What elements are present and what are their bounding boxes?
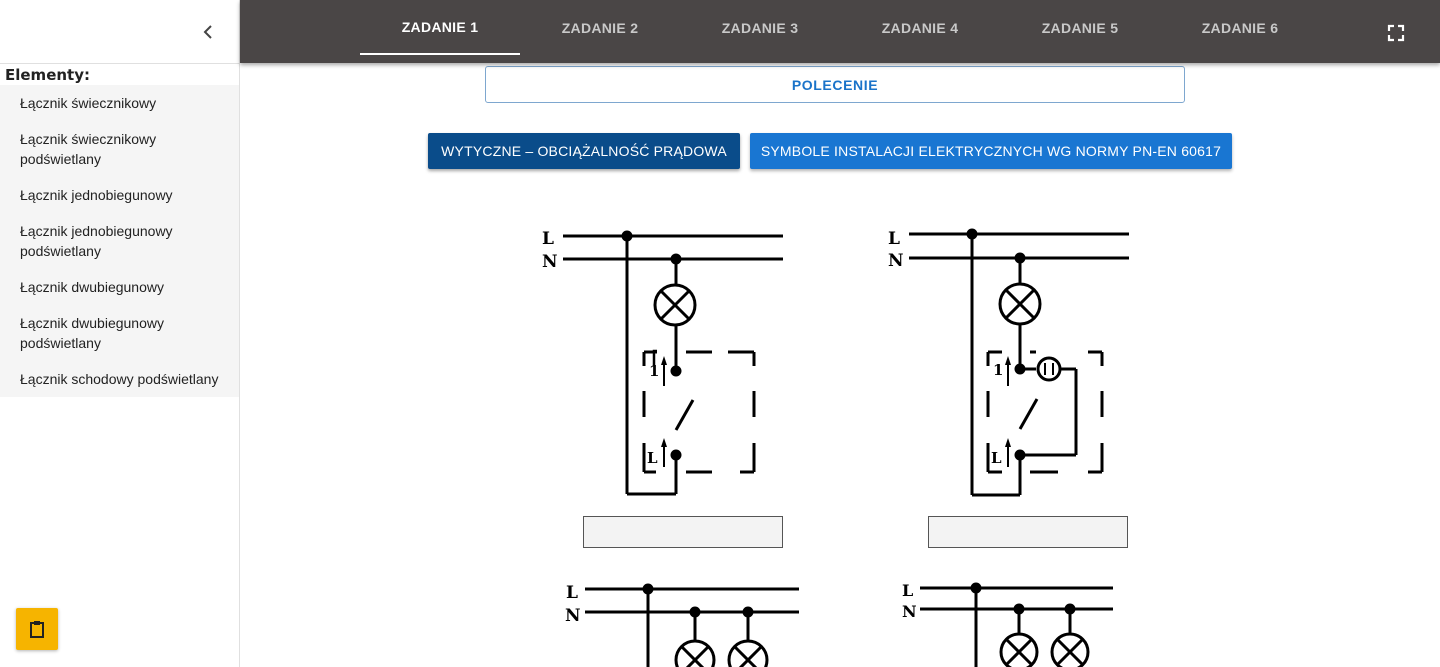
sidebar: Elementy: Łącznik świecznikowy Łącznik ś… (0, 0, 240, 667)
element-item-candelabra-switch[interactable]: Łącznik świecznikowy (0, 85, 239, 121)
clipboard-button[interactable] (16, 608, 58, 650)
label-n: N (542, 252, 558, 272)
label-contact-1: 1 (649, 362, 659, 380)
label-l: L (542, 229, 554, 249)
label-n: N (888, 251, 904, 271)
tab-zadanie-3[interactable]: ZADANIE 3 (680, 0, 840, 55)
element-item-single-pole-switch-lit[interactable]: Łącznik jednobiegunowy podświetlany (0, 213, 239, 269)
label-n: N (565, 606, 581, 626)
tab-zadanie-4[interactable]: ZADANIE 4 (840, 0, 1000, 55)
guidelines-current-capacity-button[interactable]: WYTYCZNE – OBCIĄŻALNOŚĆ PRĄDOWA (428, 133, 740, 169)
circuit-diagram-4: L N (902, 581, 1113, 667)
tab-zadanie-5[interactable]: ZADANIE 5 (1000, 0, 1160, 55)
electrical-symbols-button[interactable]: SYMBOLE INSTALACJI ELEKTRYCZNYCH WG NORM… (750, 133, 1232, 169)
circuit-diagram-3: L N (565, 583, 799, 667)
label-contact-l: L (647, 449, 658, 467)
top-tab-bar: ZADANIE 1 ZADANIE 2 ZADANIE 3 ZADANIE 4 … (240, 0, 1440, 63)
element-item-single-pole-switch[interactable]: Łącznik jednobiegunowy (0, 177, 239, 213)
tab-zadanie-1[interactable]: ZADANIE 1 (360, 0, 520, 55)
sidebar-header (0, 0, 239, 64)
element-item-double-pole-switch[interactable]: Łącznik dwubiegunowy (0, 269, 239, 305)
app-root: Elementy: Łącznik świecznikowy Łącznik ś… (0, 0, 1440, 667)
drop-slot-diagram-1[interactable] (583, 516, 783, 548)
element-item-staircase-switch-lit[interactable]: Łącznik schodowy podświetlany (0, 361, 239, 397)
label-n: N (902, 602, 917, 621)
label-l: L (888, 229, 900, 249)
circuit-diagram-1: L N 1 L (542, 229, 783, 496)
clipboard-icon (30, 621, 44, 638)
main-content: POLECENIE WYTYCZNE – OBCIĄŻALNOŚĆ PRĄDOW… (240, 63, 1440, 667)
elements-heading: Elementy: (5, 66, 90, 84)
drop-slot-diagram-2[interactable] (928, 516, 1128, 548)
tab-zadanie-2[interactable]: ZADANIE 2 (520, 0, 680, 55)
label-contact-1: 1 (993, 361, 1003, 379)
label-l: L (566, 583, 578, 603)
elements-list: Łącznik świecznikowy Łącznik świecznikow… (0, 85, 239, 397)
element-item-double-pole-switch-lit[interactable]: Łącznik dwubiegunowy podświetlany (0, 305, 239, 361)
label-contact-l: L (991, 449, 1002, 467)
polecenie-button[interactable]: POLECENIE (485, 66, 1185, 103)
tab-zadanie-6[interactable]: ZADANIE 6 (1160, 0, 1320, 55)
label-l: L (902, 581, 913, 600)
circuit-diagram-2: L N 1 L (888, 228, 1129, 497)
element-item-candelabra-switch-lit[interactable]: Łącznik świecznikowy podświetlany (0, 121, 239, 177)
chevron-left-icon[interactable] (196, 20, 220, 44)
fullscreen-icon[interactable] (1384, 21, 1408, 45)
